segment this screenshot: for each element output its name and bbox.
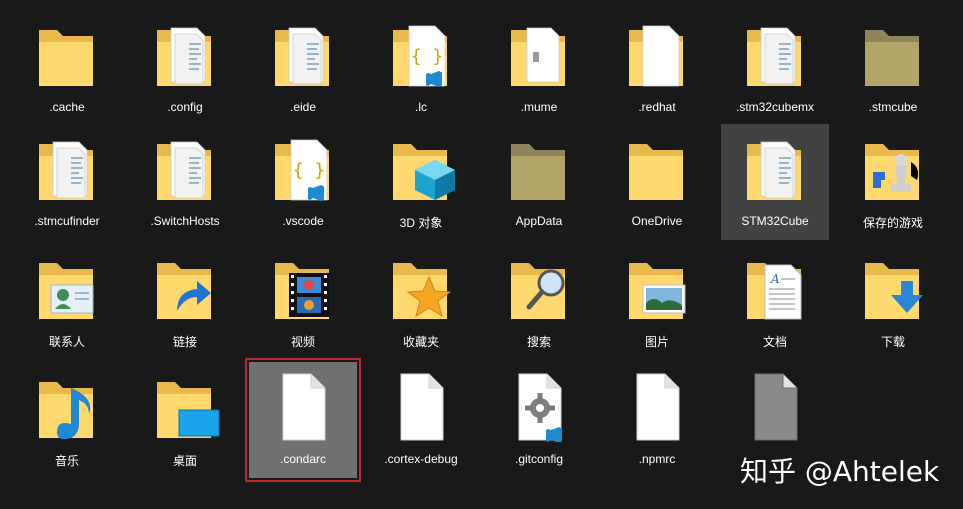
file-item[interactable]: 视频 bbox=[249, 243, 357, 359]
folder-desktop-icon bbox=[149, 370, 221, 442]
folder-files-icon bbox=[503, 18, 575, 90]
file-item-label: 下载 bbox=[880, 335, 905, 349]
svg-text:{ }: { } bbox=[293, 160, 326, 181]
file-item[interactable]: 收藏夹 bbox=[367, 243, 475, 359]
folder-with-files-icon bbox=[149, 132, 221, 204]
folder-saved-games-icon bbox=[857, 132, 929, 204]
file-item-label: .stm32cubemx bbox=[735, 100, 815, 114]
file-icon bbox=[385, 370, 457, 442]
folder-links-icon bbox=[149, 251, 221, 323]
file-item-label: STM32Cube bbox=[741, 214, 809, 228]
file-item-label: 桌面 bbox=[172, 454, 197, 468]
watermark-text: 知乎 @Ahtelek bbox=[740, 455, 940, 488]
file-item-label: 3D 对象 bbox=[399, 216, 443, 230]
file-item-label: 收藏夹 bbox=[402, 335, 439, 349]
file-item-label: .stmcube bbox=[868, 100, 918, 114]
file-item[interactable]: .eide bbox=[249, 10, 357, 126]
file-item-label: 图片 bbox=[644, 335, 669, 349]
file-item[interactable]: 图片 bbox=[603, 243, 711, 359]
file-item[interactable]: { } .lc bbox=[367, 10, 475, 126]
file-gear-vscode-icon bbox=[503, 370, 575, 443]
file-item[interactable]: .config bbox=[131, 10, 239, 126]
folder-videos-icon bbox=[267, 251, 339, 323]
file-item[interactable]: { } .vscode bbox=[249, 124, 357, 240]
folder-icon bbox=[621, 132, 693, 204]
file-item[interactable]: .redhat bbox=[603, 10, 711, 126]
file-item[interactable]: OneDrive bbox=[603, 124, 711, 240]
file-item-label: 搜索 bbox=[526, 335, 551, 349]
file-item[interactable]: 链接 bbox=[131, 243, 239, 359]
file-item-label: .mume bbox=[520, 100, 558, 114]
folder-with-files-icon bbox=[31, 132, 103, 204]
file-item[interactable]: .stmcufinder bbox=[13, 124, 121, 240]
svg-text:{ }: { } bbox=[411, 46, 444, 67]
folder-contacts-icon bbox=[31, 251, 103, 323]
file-item-label: 保存的游戏 bbox=[862, 216, 923, 230]
folder-search-icon bbox=[503, 251, 575, 323]
file-item-label: AppData bbox=[515, 214, 563, 228]
file-gray-icon bbox=[739, 370, 811, 442]
file-item[interactable]: .npmrc bbox=[603, 362, 711, 478]
folder-downloads-icon bbox=[857, 251, 929, 323]
folder-dim-icon bbox=[503, 132, 575, 204]
file-item-label: .cortex-debug bbox=[384, 452, 458, 466]
folder-with-files-icon bbox=[739, 18, 811, 90]
svg-text:A: A bbox=[770, 272, 780, 286]
file-item[interactable]: 3D 对象 bbox=[367, 124, 475, 240]
file-item[interactable]: AppData bbox=[485, 124, 593, 240]
file-icon bbox=[621, 370, 693, 442]
file-item-label: 联系人 bbox=[48, 335, 85, 349]
file-item[interactable]: .cache bbox=[13, 10, 121, 126]
file-item-label: .vscode bbox=[282, 214, 324, 228]
file-item-label: .lc bbox=[415, 100, 427, 114]
folder-documents-icon: A bbox=[739, 251, 811, 323]
file-item[interactable]: STM32Cube bbox=[721, 124, 829, 240]
file-item-label: .npmrc bbox=[638, 452, 676, 466]
folder-json-icon: { } bbox=[385, 18, 457, 90]
file-item-label: .cache bbox=[49, 100, 85, 114]
file-item-label: .SwitchHosts bbox=[150, 214, 220, 228]
folder-document-icon bbox=[621, 18, 693, 90]
file-item-label: .config bbox=[167, 100, 203, 114]
file-item[interactable]: 搜索 bbox=[485, 243, 593, 359]
file-item[interactable]: 下载 bbox=[839, 243, 947, 359]
file-item[interactable]: 音乐 bbox=[13, 362, 121, 478]
file-icon bbox=[267, 370, 339, 442]
folder-icon bbox=[31, 18, 103, 90]
file-item-label: .stmcufinder bbox=[34, 214, 100, 228]
file-item[interactable]: .cortex-debug bbox=[367, 362, 475, 478]
file-item-label: .gitconfig bbox=[514, 452, 564, 466]
file-item[interactable]: 联系人 bbox=[13, 243, 121, 359]
file-item[interactable]: .gitconfig bbox=[485, 362, 593, 478]
folder-with-files-icon bbox=[739, 132, 811, 204]
file-item-label: .redhat bbox=[638, 100, 676, 114]
file-item-label: 音乐 bbox=[54, 454, 79, 468]
file-item[interactable]: 保存的游戏 bbox=[839, 124, 947, 240]
folder-with-files-icon bbox=[267, 18, 339, 90]
file-item-label: .condarc bbox=[279, 452, 327, 466]
file-item[interactable]: .mume bbox=[485, 10, 593, 126]
file-item[interactable]: .condarc bbox=[245, 358, 361, 482]
file-item-label: .eide bbox=[289, 100, 317, 114]
file-item-label: 文档 bbox=[762, 335, 787, 349]
file-item-label: OneDrive bbox=[631, 214, 683, 228]
folder-with-files-icon bbox=[149, 18, 221, 90]
folder-3d-objects-icon bbox=[385, 132, 457, 204]
file-grid: .cache .config .eide { } .lc .mume .redh… bbox=[0, 0, 963, 509]
folder-json-icon: { } bbox=[267, 132, 339, 204]
file-item-label: 视频 bbox=[290, 335, 315, 349]
file-item[interactable]: 桌面 bbox=[131, 362, 239, 478]
file-item[interactable]: .stm32cubemx bbox=[721, 10, 829, 126]
file-item[interactable]: .SwitchHosts bbox=[131, 124, 239, 240]
file-item[interactable]: .stmcube bbox=[839, 10, 947, 126]
folder-dim-icon bbox=[857, 18, 929, 90]
file-item-label: 链接 bbox=[172, 335, 197, 349]
folder-favorites-icon bbox=[385, 251, 457, 323]
folder-music-icon bbox=[31, 370, 103, 442]
folder-pictures-icon bbox=[621, 251, 693, 323]
file-item[interactable]: A 文档 bbox=[721, 243, 829, 359]
